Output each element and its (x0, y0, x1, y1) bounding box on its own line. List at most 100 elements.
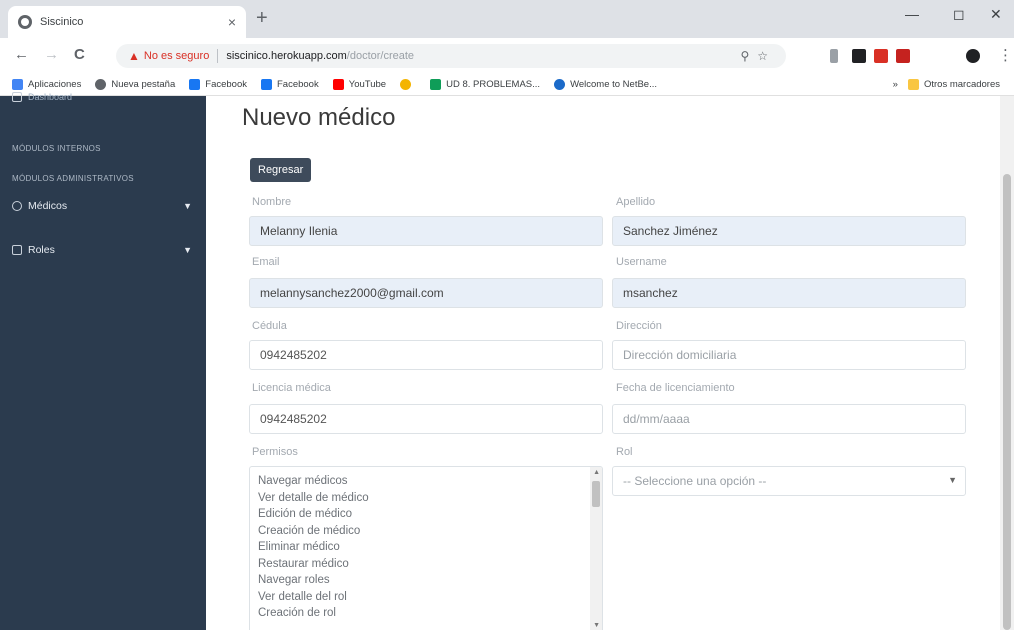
chevron-down-icon: ▼ (948, 475, 957, 485)
licencia-input[interactable]: 0942485202 (249, 404, 603, 434)
rol-label: Rol (616, 446, 633, 458)
close-tab-icon[interactable]: × (228, 14, 236, 30)
browser-toolbar: ← → C ▲ No es seguro siscinico.herokuapp… (0, 38, 1014, 74)
extension-icon[interactable] (874, 49, 888, 63)
tab-title: Siscinico (40, 16, 84, 28)
address-bar[interactable]: ▲ No es seguro siscinico.herokuapp.com /… (116, 44, 786, 68)
bookmark-label: YouTube (348, 79, 387, 90)
direccion-label: Dirección (616, 320, 662, 332)
bookmark-item[interactable] (400, 79, 416, 90)
close-window-button[interactable]: ✕ (990, 6, 1002, 23)
list-item[interactable]: Navegar médicos (250, 473, 602, 490)
other-bookmarks[interactable]: Otros marcadores (907, 79, 1000, 90)
new-tab-button[interactable]: + (256, 8, 268, 28)
browser-tab[interactable]: Siscinico × (8, 6, 246, 38)
bookmark-item[interactable]: Facebook (261, 79, 319, 90)
extension-icon[interactable] (852, 49, 866, 63)
dashboard-icon (12, 92, 22, 102)
g-icon (400, 79, 412, 90)
bookmark-label: Welcome to NetBe... (570, 79, 658, 90)
sidebar-section-heading: Módulos administrativos (12, 174, 134, 183)
facebook-icon (261, 79, 272, 90)
apps-icon (12, 79, 23, 90)
bookmark-item[interactable]: UD 8. PROBLEMAS... (430, 79, 540, 90)
sidebar-section-heading: Módulos internos (12, 144, 101, 153)
main-content: Nuevo médico Regresar Nombre Melanny Ile… (206, 96, 1014, 630)
list-item[interactable]: Ver detalle del rol (250, 589, 602, 606)
globe-icon (95, 79, 107, 90)
tab-strip: Siscinico × + — ◻ ✕ (0, 0, 1014, 38)
folder-icon (907, 79, 919, 90)
facebook-icon (189, 79, 201, 90)
sidebar-item-medicos[interactable]: Médicos ▼ (12, 200, 192, 212)
back-button[interactable]: Regresar (250, 158, 312, 182)
bookmark-item[interactable]: Aplicaciones (12, 79, 81, 90)
bookmark-label: Nueva pestaña (111, 79, 176, 90)
listbox-scrollbar[interactable]: ▲ ▼ (590, 467, 602, 630)
sidebar: Dashboard Módulos internos Módulos admin… (0, 92, 206, 630)
page-scrollbar[interactable] (1000, 96, 1014, 630)
back-arrow-icon[interactable]: ← (14, 46, 29, 63)
minimize-button[interactable]: — (905, 6, 919, 22)
url-host: siscinico.herokuapp.com (226, 50, 347, 62)
apellido-label: Apellido (616, 196, 656, 208)
url-path: /doctor/create (346, 50, 415, 62)
list-item[interactable]: Creación de rol (250, 605, 602, 622)
security-warning: No es seguro (143, 50, 210, 62)
list-item[interactable]: Navegar roles (250, 572, 602, 589)
direccion-input[interactable]: Dirección domiciliaria (612, 340, 966, 370)
bookmark-item[interactable]: Nueva pestaña (95, 79, 175, 90)
bookmark-label: Aplicaciones (28, 79, 82, 90)
rol-select[interactable]: -- Seleccione una opción -- ▼ (612, 466, 966, 496)
username-input[interactable]: msanchez (612, 278, 966, 308)
profile-avatar[interactable] (966, 49, 980, 63)
listbox-scroll-thumb[interactable] (592, 481, 600, 507)
zoom-star-icons[interactable]: ⚲☆ (740, 49, 776, 63)
chevron-down-icon: ▼ (183, 245, 192, 255)
nombre-input[interactable]: Melanny Ilenia (249, 216, 603, 246)
list-item[interactable]: Restaurar médico (250, 556, 602, 573)
cedula-input[interactable]: 0942485202 (249, 340, 603, 370)
email-input[interactable]: melannysanchez2000@gmail.com (249, 278, 603, 308)
bookmark-label: Otros marcadores (923, 79, 1000, 90)
fecha-input[interactable]: dd/mm/aaaa (612, 404, 966, 434)
extension-icon[interactable] (830, 49, 838, 63)
netbeans-icon (554, 79, 566, 90)
bookmark-label: Facebook (205, 79, 247, 90)
nombre-label: Nombre (252, 196, 292, 208)
bookmarks-overflow[interactable]: » (893, 79, 898, 90)
bookmark-label: Facebook (277, 79, 319, 90)
sidebar-item-label: Dashboard (28, 92, 73, 102)
list-item[interactable]: Eliminar médico (250, 539, 602, 556)
reload-icon[interactable]: C (74, 46, 85, 63)
menu-icon[interactable]: ⋮ (998, 46, 1013, 64)
bookmark-item[interactable]: YouTube (332, 79, 387, 90)
sidebar-item-dashboard[interactable]: Dashboard (12, 92, 192, 102)
scroll-up-icon[interactable]: ▲ (593, 469, 600, 476)
chevron-down-icon: ▼ (183, 201, 192, 211)
email-label: Email (252, 256, 280, 268)
omnibox-divider (217, 49, 219, 63)
maximize-button[interactable]: ◻ (953, 6, 965, 23)
sidebar-item-roles[interactable]: Roles ▼ (12, 244, 192, 256)
sidebar-item-label: Médicos (28, 200, 68, 212)
page-title: Nuevo médico (242, 104, 396, 131)
list-item[interactable]: Ver detalle de médico (250, 490, 602, 507)
cedula-label: Cédula (252, 320, 287, 332)
list-item[interactable]: Edición de médico (250, 506, 602, 523)
username-label: Username (616, 256, 667, 268)
roles-icon (12, 245, 22, 255)
forward-arrow-icon[interactable]: → (44, 46, 59, 63)
list-item[interactable]: Creación de médico (250, 523, 602, 540)
scroll-down-icon[interactable]: ▼ (593, 622, 600, 629)
rol-selected-value: -- Seleccione una opción -- (623, 474, 767, 488)
page-scroll-thumb[interactable] (1003, 174, 1011, 630)
bookmark-item[interactable]: Facebook (189, 79, 247, 90)
permisos-multiselect[interactable]: Navegar médicos Ver detalle de médico Ed… (249, 466, 603, 630)
extension-icon[interactable] (896, 49, 910, 63)
fecha-label: Fecha de licenciamiento (616, 382, 735, 394)
bookmark-item[interactable]: Welcome to NetBe... (554, 79, 657, 90)
doctor-icon (12, 201, 22, 211)
permisos-label: Permisos (252, 446, 298, 458)
apellido-input[interactable]: Sanchez Jiménez (612, 216, 966, 246)
